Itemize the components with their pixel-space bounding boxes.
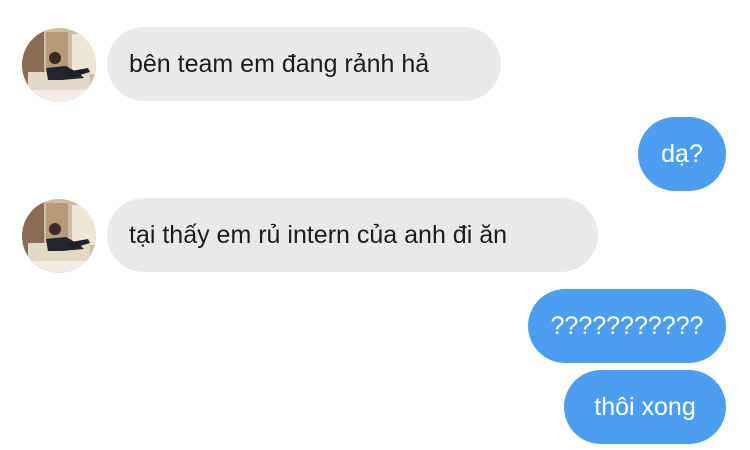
contact-avatar[interactable] [22, 199, 96, 273]
message-text: tại thấy em rủ intern của anh đi ăn [129, 220, 508, 249]
message-text: dạ? [661, 139, 703, 168]
message-text: ??????????? [550, 311, 704, 340]
chat-thread: bên team em đang rảnh hả dạ? tại thấy em… [0, 0, 750, 450]
message-text: bên team em đang rảnh hả [129, 49, 430, 78]
contact-avatar[interactable] [22, 28, 96, 102]
outgoing-message[interactable]: ??????????? [528, 289, 726, 363]
outgoing-message[interactable]: thôi xong [564, 370, 726, 444]
incoming-message[interactable]: bên team em đang rảnh hả [107, 27, 501, 101]
incoming-message[interactable]: tại thấy em rủ intern của anh đi ăn [107, 198, 598, 272]
message-text: thôi xong [594, 392, 696, 421]
avatar-photo [22, 199, 96, 273]
outgoing-message[interactable]: dạ? [638, 117, 726, 191]
avatar-photo [22, 28, 96, 102]
